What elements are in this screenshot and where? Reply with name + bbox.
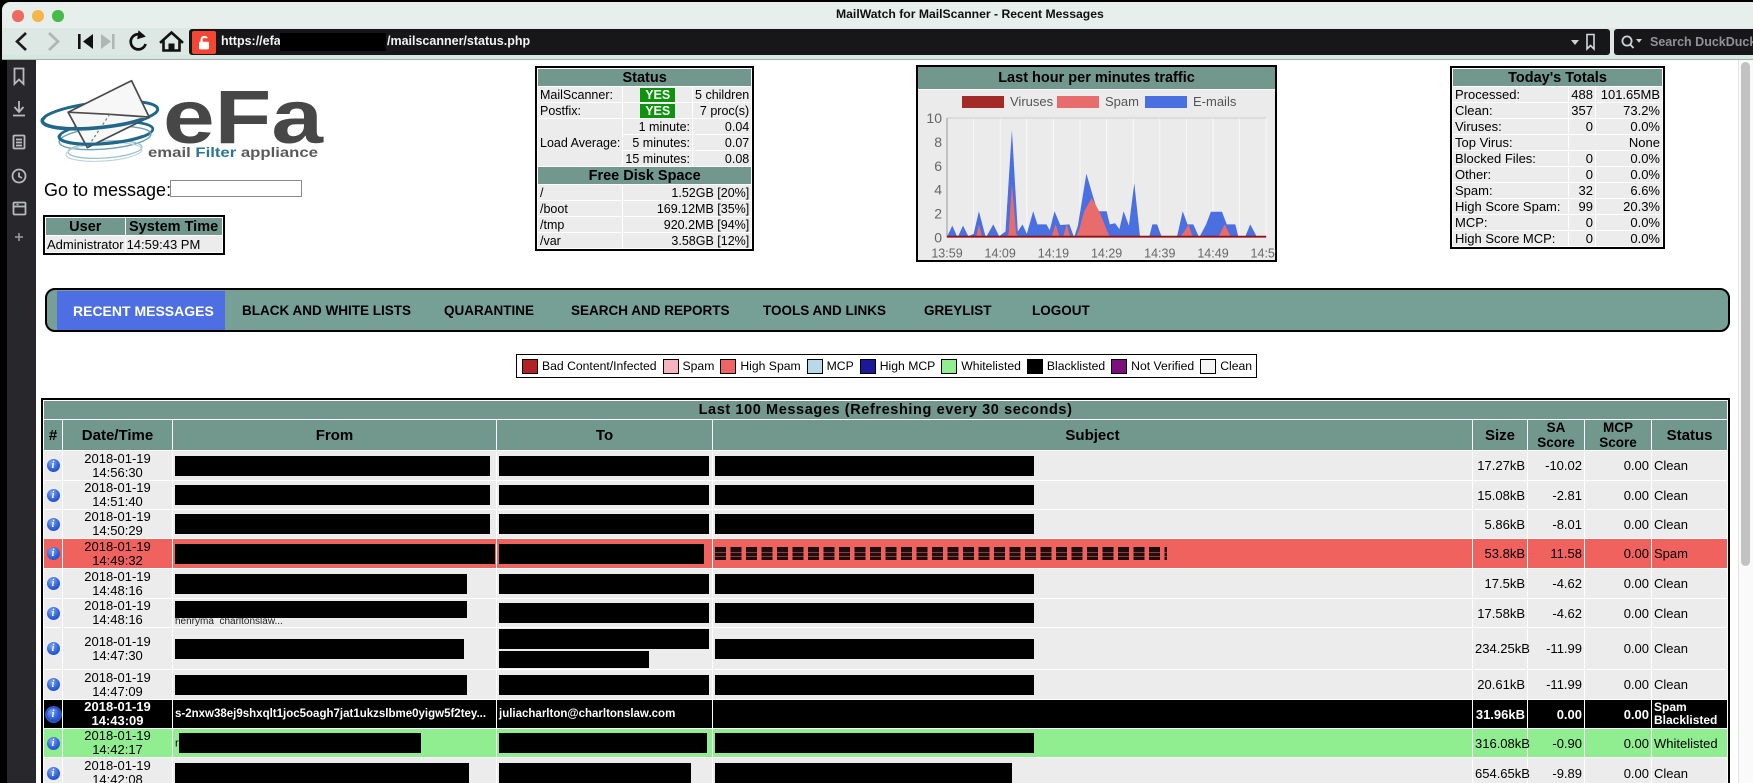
svg-text:14:39: 14:39 [1144, 247, 1175, 261]
svg-text:14:19: 14:19 [1038, 247, 1069, 261]
svg-text:E-mails: E-mails [1193, 94, 1237, 109]
svg-text:10: 10 [926, 110, 942, 126]
svg-text:14:59: 14:59 [1251, 247, 1276, 261]
svg-text:Viruses: Viruses [1010, 94, 1054, 109]
svg-text:8: 8 [934, 134, 942, 150]
svg-text:4: 4 [934, 182, 942, 198]
svg-text:14:09: 14:09 [985, 247, 1016, 261]
svg-text:2: 2 [934, 206, 942, 222]
svg-text:6: 6 [934, 158, 942, 174]
svg-text:0: 0 [934, 230, 942, 246]
svg-text:email Filter appliance: email Filter appliance [148, 145, 319, 160]
svg-text:13:59: 13:59 [931, 247, 962, 261]
svg-text:Spam: Spam [1105, 94, 1139, 109]
svg-text:14:49: 14:49 [1197, 247, 1228, 261]
svg-text:14:29: 14:29 [1091, 247, 1122, 261]
